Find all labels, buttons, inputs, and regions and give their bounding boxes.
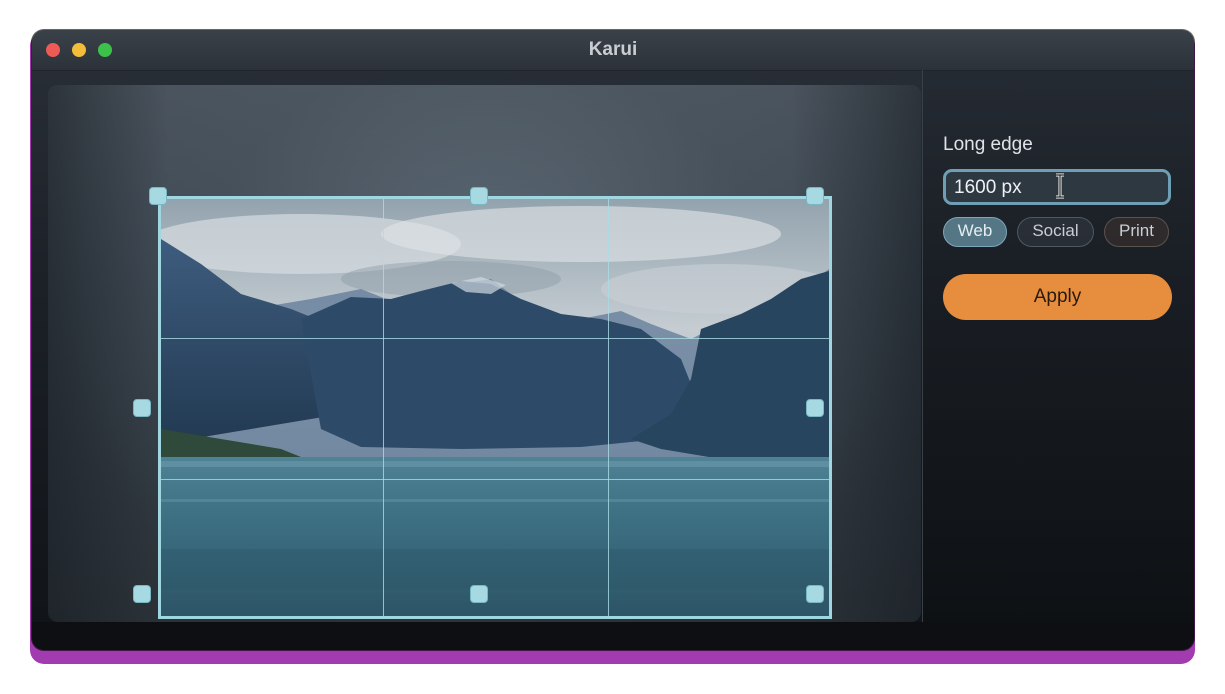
crop-handle-left[interactable]: [133, 399, 151, 417]
grid-line-vertical-2: [608, 199, 609, 616]
grid-line-vertical-1: [383, 199, 384, 616]
preset-web-button[interactable]: Web: [943, 217, 1007, 247]
crop-frame[interactable]: [158, 196, 832, 619]
crop-handle-right[interactable]: [806, 399, 824, 417]
long-edge-label: Long edge: [943, 134, 1033, 155]
grid-line-horizontal-1: [161, 338, 829, 339]
apply-button[interactable]: Apply: [943, 274, 1172, 320]
title-bar: Karui: [32, 30, 1194, 71]
landscape-photo: [161, 199, 829, 616]
crop-handle-bottom-right[interactable]: [806, 585, 824, 603]
preset-social-button[interactable]: Social: [1017, 217, 1094, 247]
crop-handle-top[interactable]: [470, 187, 488, 205]
image-canvas[interactable]: [48, 85, 921, 622]
crop-handle-top-right[interactable]: [806, 187, 824, 205]
i-beam-cursor-icon: [1056, 173, 1064, 199]
app-window: Karui Long edge 1600 px Web Social Print…: [32, 30, 1194, 650]
window-title: Karui: [588, 39, 638, 60]
export-panel: Long edge 1600 px Web Social Print Apply: [923, 70, 1194, 622]
preset-print-button[interactable]: Print: [1104, 217, 1169, 247]
canvas-shade-left: [48, 85, 168, 622]
crop-handle-top-left[interactable]: [149, 187, 167, 205]
crop-handle-bottom[interactable]: [470, 585, 488, 603]
grid-line-horizontal-2: [161, 479, 829, 480]
screen: Karui Long edge 1600 px Web Social Print…: [0, 0, 1225, 694]
bottom-bar: [32, 622, 1194, 650]
crop-handle-bottom-left[interactable]: [133, 585, 151, 603]
